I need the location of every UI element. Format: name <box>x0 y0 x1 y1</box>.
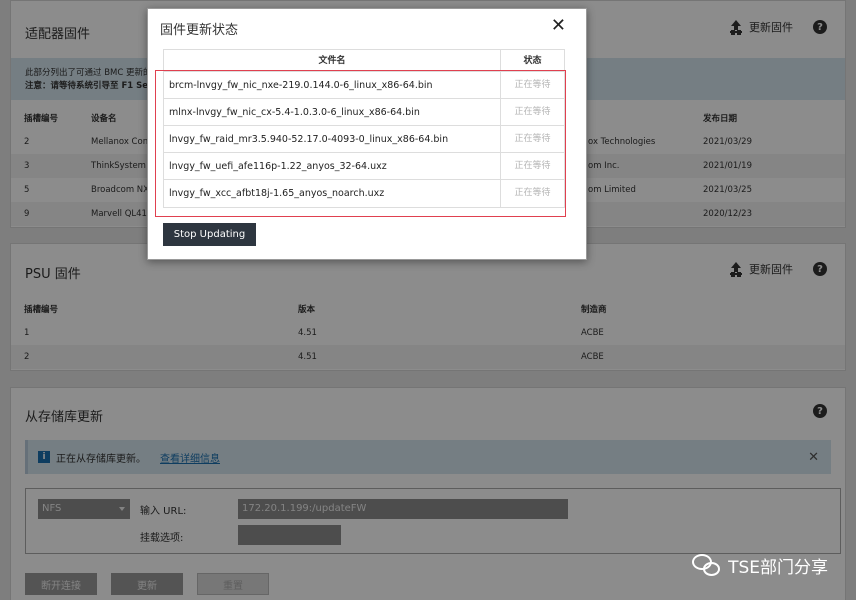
wechat-icon <box>692 553 722 578</box>
column-header-status: 状态 <box>523 56 542 66</box>
watermark-text: TSE部门分享 <box>728 558 828 578</box>
stop-updating-button[interactable]: Stop Updating <box>163 223 256 246</box>
status-table-header: 文件名 状态 <box>164 50 564 72</box>
column-header-filename: 文件名 <box>164 50 501 71</box>
dialog-title: 固件更新状态 <box>160 23 239 38</box>
close-icon[interactable]: ✕ <box>551 15 566 36</box>
highlight-box <box>155 70 566 217</box>
watermark: TSE部门分享 <box>692 553 828 578</box>
